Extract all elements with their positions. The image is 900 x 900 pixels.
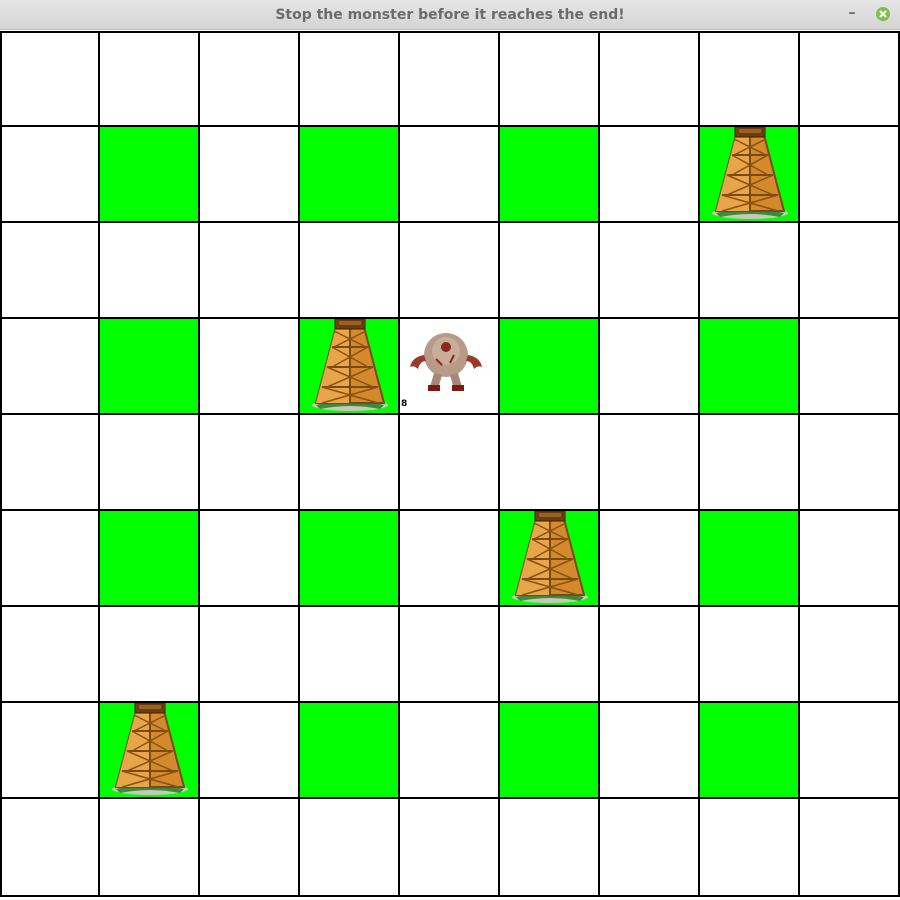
path-tile[interactable] [600,703,700,799]
window-titlebar: Stop the monster before it reaches the e… [0,0,900,30]
window-title: Stop the monster before it reaches the e… [275,7,625,23]
buildable-tile[interactable] [300,703,400,799]
tower-icon[interactable] [510,510,590,609]
path-tile[interactable] [600,415,700,511]
path-tile[interactable] [800,31,900,127]
buildable-tile[interactable] [700,319,800,415]
path-tile[interactable] [0,223,100,319]
monster-icon [406,325,486,399]
path-tile[interactable] [600,223,700,319]
path-tile[interactable] [200,703,300,799]
path-tile[interactable] [400,223,500,319]
path-tile[interactable] [200,127,300,223]
path-tile[interactable] [200,511,300,607]
path-tile[interactable] [600,607,700,703]
path-tile[interactable] [0,415,100,511]
path-tile[interactable] [500,799,600,897]
tower-icon[interactable] [310,318,390,417]
path-tile[interactable] [600,319,700,415]
path-tile[interactable] [400,415,500,511]
path-tile[interactable] [700,31,800,127]
path-tile[interactable] [500,31,600,127]
path-tile[interactable] [0,799,100,897]
path-tile[interactable] [0,511,100,607]
close-button[interactable] [876,7,890,21]
path-tile[interactable] [200,415,300,511]
tower-icon[interactable] [110,702,190,801]
tower-icon[interactable] [710,126,790,225]
path-tile[interactable] [600,31,700,127]
game-board[interactable]: 8 [0,31,900,900]
path-tile[interactable] [0,127,100,223]
path-tile[interactable] [0,607,100,703]
path-tile[interactable] [500,415,600,511]
path-tile[interactable] [100,31,200,127]
path-tile[interactable] [400,799,500,897]
buildable-tile[interactable] [300,127,400,223]
close-icon [879,10,887,18]
path-tile[interactable] [300,31,400,127]
path-tile[interactable] [800,319,900,415]
path-tile[interactable] [800,607,900,703]
minimize-button[interactable]: – [844,6,860,22]
buildable-tile[interactable] [300,511,400,607]
path-tile[interactable] [100,799,200,897]
path-tile[interactable] [200,799,300,897]
path-tile[interactable] [200,319,300,415]
path-tile[interactable] [400,511,500,607]
path-tile[interactable] [800,511,900,607]
path-tile[interactable] [300,415,400,511]
path-tile[interactable] [200,607,300,703]
path-tile[interactable] [400,703,500,799]
path-tile[interactable] [800,127,900,223]
path-tile[interactable] [700,223,800,319]
path-tile[interactable] [700,607,800,703]
path-tile[interactable] [700,799,800,897]
path-tile[interactable] [300,607,400,703]
buildable-tile[interactable] [100,511,200,607]
path-tile[interactable] [0,31,100,127]
path-tile[interactable] [600,511,700,607]
path-tile[interactable] [100,415,200,511]
path-tile[interactable] [100,607,200,703]
path-tile[interactable] [200,223,300,319]
buildable-tile[interactable] [700,511,800,607]
path-tile[interactable] [700,415,800,511]
path-tile[interactable] [0,319,100,415]
buildable-tile[interactable] [700,703,800,799]
path-tile[interactable] [800,415,900,511]
monster-health-label: 8 [401,399,408,409]
buildable-tile[interactable] [500,319,600,415]
path-tile[interactable] [800,799,900,897]
buildable-tile[interactable] [500,127,600,223]
path-tile[interactable] [800,223,900,319]
path-tile[interactable] [400,607,500,703]
path-tile[interactable] [300,799,400,897]
path-tile[interactable] [800,703,900,799]
path-tile[interactable] [400,127,500,223]
buildable-tile[interactable] [500,703,600,799]
path-tile[interactable] [600,127,700,223]
path-tile[interactable] [300,223,400,319]
path-tile[interactable] [500,223,600,319]
path-tile[interactable] [0,703,100,799]
buildable-tile[interactable] [100,127,200,223]
path-tile[interactable] [200,31,300,127]
buildable-tile[interactable] [100,319,200,415]
path-tile[interactable] [500,607,600,703]
path-tile[interactable] [100,223,200,319]
path-tile[interactable] [400,31,500,127]
path-tile[interactable] [600,799,700,897]
